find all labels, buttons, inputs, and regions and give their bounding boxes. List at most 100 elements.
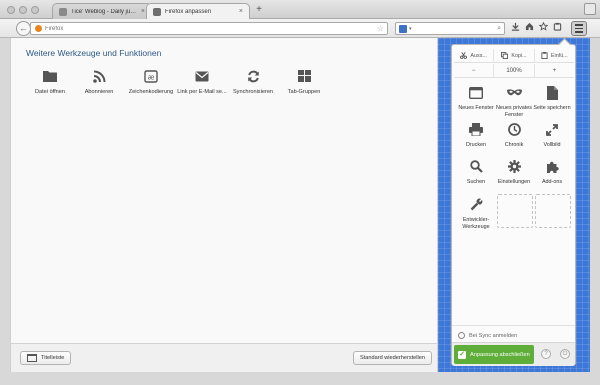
tool-email-link[interactable]: Link per E-Mail se... — [174, 69, 230, 95]
search-icon — [457, 159, 495, 174]
tool-label: Tab-Gruppen — [287, 89, 321, 95]
window-bottom-edge — [0, 372, 600, 385]
empty-panel-slot — [497, 194, 533, 228]
panel-item-search[interactable]: Suchen — [457, 159, 495, 186]
tool-tab-groups[interactable]: Tab-Gruppen — [276, 69, 332, 95]
download-icon[interactable] — [509, 22, 522, 35]
sync-icon — [225, 69, 281, 83]
tab-weblog[interactable]: Tice' Weblog - Daily junk ... × — [52, 3, 152, 19]
search-glass-icon[interactable]: ⌕ — [497, 25, 501, 33]
tool-label: Abonnieren — [84, 89, 114, 95]
panel-item-label: Neues Fenster — [458, 105, 494, 111]
restore-defaults-button[interactable]: Standard wiederherstellen — [353, 351, 432, 365]
firefox-identity-icon — [35, 25, 42, 32]
panel-item-label: Add-ons — [541, 179, 563, 185]
finish-customize-label: Anpassung abschließen — [470, 351, 530, 358]
tool-label: Synchronisieren — [232, 89, 274, 95]
panel-item-developer[interactable]: Entwickler-Werkzeuge — [457, 197, 495, 230]
panel-divider — [452, 325, 575, 326]
fullscreen-icon — [533, 122, 571, 137]
panel-item-label: Einstellungen — [497, 179, 531, 185]
panel-item-save-page[interactable]: Seite speichern — [533, 85, 571, 112]
help-button[interactable]: ? — [541, 349, 551, 359]
new-window-icon — [457, 85, 495, 100]
zoom-window-dot[interactable] — [31, 6, 39, 14]
title-bar-toggle-label: Titelleiste — [41, 355, 65, 361]
panel-item-label: Vollbild — [543, 142, 561, 148]
encoding-icon: æ — [123, 69, 179, 83]
panel-item-settings[interactable]: Einstellungen — [495, 159, 533, 186]
panel-item-label: Drucken — [465, 142, 487, 148]
tool-open-file[interactable]: Datei öffnen — [22, 69, 78, 95]
developer-icon — [457, 197, 495, 212]
save-page-icon — [533, 85, 571, 100]
title-bar: Tice' Weblog - Daily junk ... × Firefox … — [0, 0, 600, 19]
panel-item-history[interactable]: Chronik — [495, 122, 533, 149]
search-input[interactable] — [413, 25, 496, 32]
addons-icon — [533, 159, 571, 174]
tool-subscribe[interactable]: Abonnieren — [71, 69, 127, 95]
cut-button[interactable]: Auss... — [454, 49, 495, 62]
bookmark-icon[interactable] — [537, 21, 550, 35]
sync-signin-link[interactable]: Bei Sync anmelden — [458, 332, 517, 339]
url-input[interactable] — [45, 25, 374, 32]
restore-defaults-label: Standard wiederherstellen — [360, 355, 425, 361]
panel-item-addons[interactable]: Add-ons — [533, 159, 571, 186]
tool-encoding[interactable]: æ Zeichenkodierung — [123, 69, 179, 95]
tool-sync[interactable]: Synchronisieren — [225, 69, 281, 95]
settings-icon — [495, 159, 533, 174]
zoom-reset-button[interactable]: 100% — [493, 64, 535, 77]
panel-footer: ✓ Anpassung abschließen ? ⏻ — [452, 342, 575, 366]
zoom-out-button[interactable]: − — [454, 64, 493, 77]
sync-signin-label: Bei Sync anmelden — [469, 332, 518, 339]
finish-customize-button[interactable]: ✓ Anpassung abschließen — [454, 345, 534, 364]
copy-button[interactable]: Kopi... — [494, 49, 535, 62]
url-bar[interactable]: ☆ — [30, 22, 388, 35]
svg-text:æ: æ — [148, 73, 155, 81]
minimize-window-dot[interactable] — [19, 6, 27, 14]
tab-groups-icon — [276, 69, 332, 83]
bookmark-star-icon[interactable]: ☆ — [377, 24, 384, 33]
panel-item-label: Suchen — [466, 179, 486, 185]
sync-account-icon — [458, 332, 465, 339]
tab-label: Tice' Weblog - Daily junk ... — [71, 8, 137, 15]
chevron-down-icon[interactable]: ▾ — [409, 26, 412, 32]
panel-item-print[interactable]: Drucken — [457, 122, 495, 149]
panel-item-new-window[interactable]: Neues Fenster — [457, 85, 495, 112]
search-engine-icon[interactable] — [399, 24, 407, 33]
private-window-icon — [495, 85, 533, 100]
zoom-controls: − 100% + — [454, 64, 574, 78]
folder-icon — [22, 69, 78, 83]
tab-customize[interactable]: Firefox anpassen × — [146, 3, 250, 19]
fullscreen-window-button[interactable] — [584, 3, 596, 15]
window-titlebar-icon — [27, 354, 37, 362]
panel-item-label: Chronik — [504, 142, 524, 148]
back-button[interactable]: ← — [16, 21, 31, 36]
close-tab-icon[interactable]: × — [239, 8, 243, 15]
close-tab-icon[interactable]: × — [141, 8, 145, 15]
reading-list-icon[interactable] — [551, 22, 564, 35]
customize-favicon-icon — [153, 7, 161, 16]
edit-controls: Auss... Kopi... Einfü... — [454, 49, 574, 63]
paste-label: Einfü... — [550, 52, 568, 59]
paste-button[interactable]: Einfü... — [535, 49, 574, 62]
tab-label: Firefox anpassen — [165, 8, 212, 15]
copy-label: Kopi... — [511, 52, 527, 59]
title-bar-toggle-button[interactable]: Titelleiste — [20, 351, 72, 365]
new-tab-button[interactable]: + — [252, 4, 266, 16]
menu-button[interactable] — [571, 21, 587, 36]
tool-label: Zeichenkodierung — [128, 89, 174, 95]
search-bar[interactable]: ▾ ⌕ — [395, 22, 505, 35]
home-icon[interactable] — [523, 22, 536, 35]
checkmark-icon: ✓ — [458, 350, 466, 359]
panel-item-fullscreen[interactable]: Vollbild — [533, 122, 571, 149]
panel-item-label: Seite speichern — [533, 105, 571, 111]
quit-button[interactable]: ⏻ — [560, 349, 570, 359]
close-window-dot[interactable] — [7, 6, 15, 14]
mail-icon — [174, 69, 230, 83]
customize-footer: Titelleiste Standard wiederherstellen — [10, 343, 438, 372]
zoom-in-button[interactable]: + — [535, 64, 574, 77]
panel-item-private-window[interactable]: Neues privates Fenster — [495, 85, 533, 118]
navigation-toolbar: ← ☆ ▾ ⌕ — [0, 19, 600, 38]
tool-label: Link per E-Mail se... — [177, 89, 227, 95]
